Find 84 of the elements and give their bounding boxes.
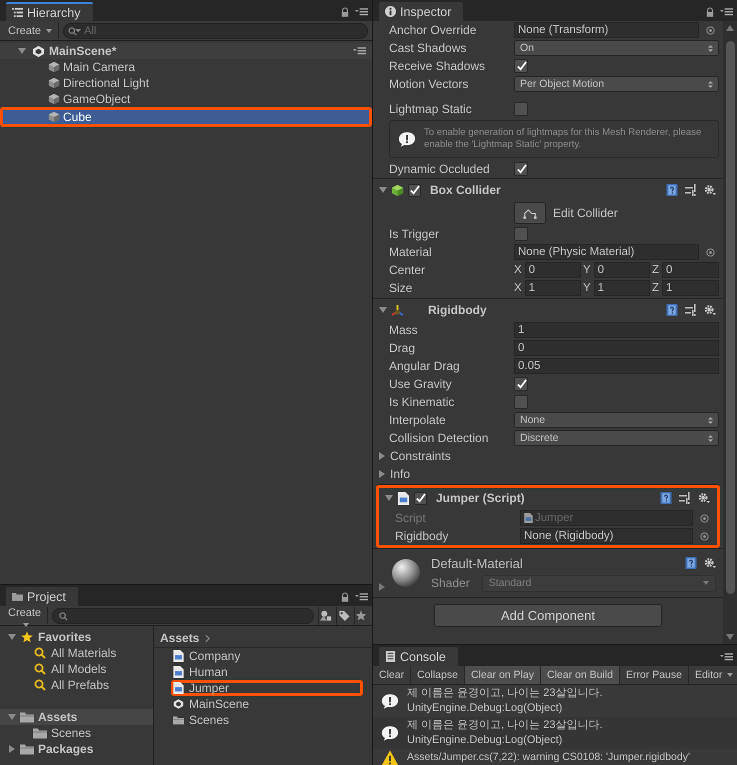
asset-item[interactable]: Company xyxy=(171,648,363,664)
object-field[interactable]: None (Transform) xyxy=(514,22,699,38)
scene-header[interactable]: MainScene* xyxy=(0,43,372,59)
console-toggle[interactable]: Error Pause xyxy=(620,666,689,684)
console-tab[interactable]: Console xyxy=(379,647,458,666)
folder-item[interactable]: Scenes xyxy=(0,725,153,741)
field-label: Is Trigger xyxy=(389,227,440,241)
dropdown[interactable]: Per Object Motion xyxy=(514,76,719,92)
field-label: Material xyxy=(389,245,433,259)
breadcrumb[interactable]: Assets xyxy=(160,631,200,645)
field-label: Collision Detection xyxy=(389,431,490,445)
axis-label: Z xyxy=(652,282,660,294)
field-label: Lightmap Static xyxy=(389,102,473,116)
number-field[interactable]: 1 xyxy=(594,280,650,296)
log-message[interactable]: Assets/Jumper.cs(7,22): warning CS0108: 'Jumper.rigidbody' xyxy=(407,750,690,765)
create-button[interactable]: Create xyxy=(4,22,60,39)
field-label: Interpolate xyxy=(389,413,447,427)
asset-item[interactable]: Jumper xyxy=(171,680,363,696)
help-message: To enable generation of lightmaps for this Mesh Renderer, please enable the 'Lightmap Static' property. xyxy=(424,127,702,151)
hierarchy-item[interactable]: Directional Light xyxy=(0,75,372,91)
axis-label: Y xyxy=(583,282,591,294)
number-field[interactable]: 0.05 xyxy=(514,358,719,374)
field-label: Is Kinematic xyxy=(389,395,456,409)
field-label: Angular Drag xyxy=(389,359,461,373)
asset-item[interactable]: MainScene xyxy=(171,696,363,712)
field-label: Use Gravity xyxy=(389,377,453,391)
foldout[interactable]: Constraints xyxy=(373,447,723,465)
field-label: Drag xyxy=(389,341,416,355)
number-field[interactable]: 0 xyxy=(662,262,719,278)
folder-item[interactable]: Packages xyxy=(0,741,153,757)
axis-label: X xyxy=(514,264,522,276)
dropdown[interactable]: Discrete xyxy=(514,430,719,446)
field-label: Center xyxy=(389,263,426,277)
log-message[interactable]: 제 이름은 윤경이고, 나이는 23살입니다. UnityEngine.Debug:Log(Object) xyxy=(407,718,603,748)
folder-item[interactable]: Assets xyxy=(0,709,153,725)
field-label: Rigidbody xyxy=(395,529,450,543)
edit-collider-label: Edit Collider xyxy=(553,206,618,220)
field-label: Anchor Override xyxy=(389,23,478,37)
console-toggle[interactable]: Clear xyxy=(373,666,412,684)
favorites-item[interactable]: All Materials xyxy=(0,645,153,661)
field-label: Dynamic Occluded xyxy=(389,162,491,176)
field-label: Script xyxy=(395,511,427,525)
material-name: Default-Material xyxy=(431,556,523,570)
hierarchy-item[interactable]: GameObject xyxy=(0,91,372,107)
number-field[interactable]: 0 xyxy=(594,262,650,278)
object-field[interactable]: None (Rigidbody) xyxy=(520,528,693,544)
field-label: Motion Vectors xyxy=(389,77,470,91)
object-field[interactable]: None (Physic Material) xyxy=(514,244,699,260)
favorites-item[interactable]: Favorites xyxy=(0,629,153,645)
number-field[interactable]: 1 xyxy=(524,280,581,296)
console-toggle[interactable]: Clear on Build xyxy=(540,666,620,684)
field-label: Cast Shadows xyxy=(389,41,468,55)
number-field[interactable]: 0 xyxy=(524,262,581,278)
log-message[interactable]: 제 이름은 윤경이고, 나이는 23살입니다. UnityEngine.Debug:Log(Object) xyxy=(407,686,603,716)
create-button[interactable]: Create xyxy=(4,607,48,624)
axis-label: Y xyxy=(583,264,591,276)
favorites-item[interactable]: All Prefabs xyxy=(0,677,153,693)
editor-dropdown[interactable]: Editor xyxy=(688,666,737,684)
component-header[interactable]: Rigidbody xyxy=(373,299,723,321)
hierarchy-item[interactable]: Main Camera xyxy=(0,59,372,75)
hierarchy-item[interactable]: Cube xyxy=(0,107,372,127)
field-label: Receive Shadows xyxy=(389,59,486,73)
field-label: Mass xyxy=(389,323,419,337)
axis-label: X xyxy=(514,282,522,294)
component-header[interactable]: Box Collider xyxy=(373,179,723,201)
number-field[interactable]: 0 xyxy=(514,340,719,356)
search-field[interactable]: All xyxy=(63,22,368,38)
axis-label: Z xyxy=(652,264,660,276)
number-field[interactable]: 1 xyxy=(662,280,719,296)
field-label: Size xyxy=(389,281,414,295)
foldout[interactable]: Info xyxy=(373,465,723,483)
dropdown[interactable]: None xyxy=(514,412,719,428)
project-tab[interactable]: Project xyxy=(6,587,78,606)
number-field[interactable]: 1 xyxy=(514,322,719,338)
dropdown[interactable]: On xyxy=(514,40,719,56)
hierarchy-tab[interactable]: Hierarchy xyxy=(6,2,92,21)
asset-item[interactable]: Human xyxy=(171,664,363,680)
asset-item[interactable]: Scenes xyxy=(171,712,363,728)
shader-label: Shader xyxy=(431,576,470,590)
add-component-button[interactable]: Add Component xyxy=(434,604,662,627)
inspector-tab[interactable]: Inspector xyxy=(379,2,464,21)
component-header[interactable]: Jumper (Script) xyxy=(379,487,717,509)
console-toggle[interactable]: Clear on Play xyxy=(464,666,541,684)
favorites-item[interactable]: All Models xyxy=(0,661,153,677)
